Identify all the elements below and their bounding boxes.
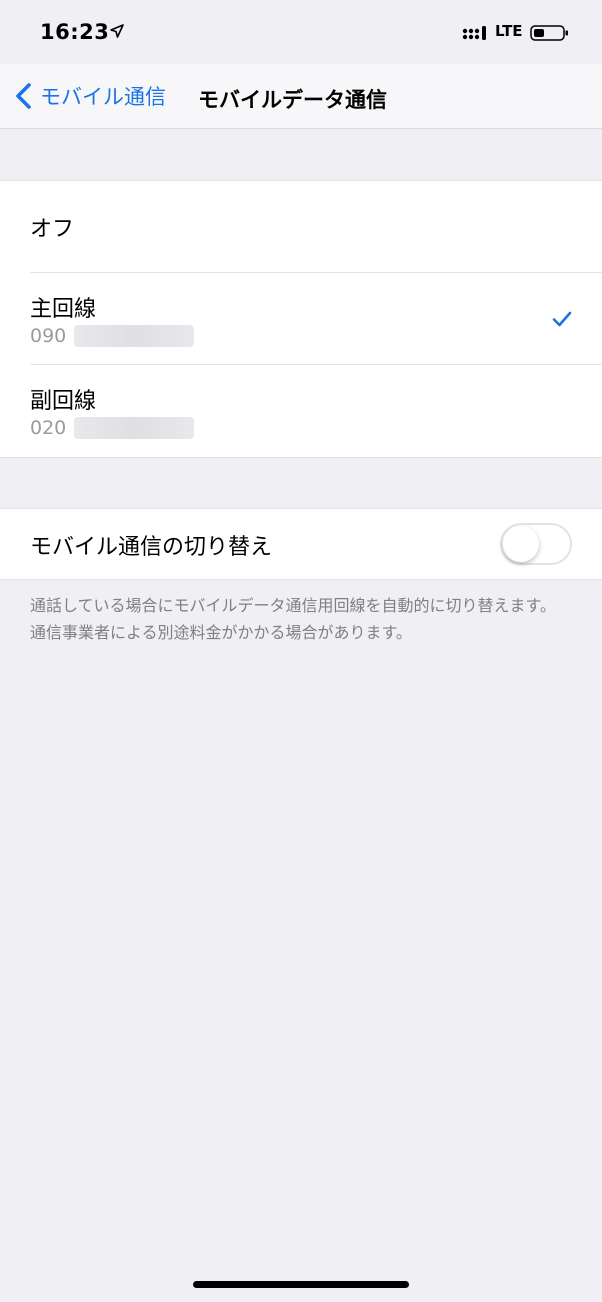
signal-strength-icon: [462, 26, 486, 40]
checkmark-icon: [552, 311, 572, 327]
option-off[interactable]: オフ: [0, 181, 602, 273]
switching-description: 通話している場合にモバイルデータ通信用回線を自動的に切り替えます。通信事業者によ…: [30, 596, 556, 642]
data-line-options: オフ 主回線 090 副回線 020: [0, 180, 602, 458]
battery-icon: [530, 25, 568, 41]
switching-row: モバイル通信の切り替え: [0, 508, 602, 580]
option-secondary-number: 020: [30, 417, 195, 439]
location-arrow-icon: [110, 24, 124, 38]
switching-toggle[interactable]: [500, 523, 572, 565]
chevron-left-icon: [16, 83, 31, 109]
option-primary-label: 主回線: [30, 297, 97, 322]
network-type: LTE: [495, 22, 523, 40]
home-indicator[interactable]: [193, 1281, 409, 1288]
switching-label: モバイル通信の切り替え: [30, 535, 273, 560]
option-off-label: オフ: [30, 217, 75, 242]
back-button[interactable]: モバイル通信: [14, 76, 166, 116]
toggle-knob: [503, 526, 539, 562]
option-primary-line[interactable]: 主回線 090: [0, 273, 602, 365]
option-secondary-line[interactable]: 副回線 020: [0, 365, 602, 457]
option-primary-number: 090: [30, 325, 195, 347]
status-bar: 16:23 LTE: [0, 0, 602, 64]
back-label: モバイル通信: [40, 85, 166, 109]
navigation-bar: モバイル通信 モバイルデータ通信: [0, 64, 602, 129]
option-secondary-label: 副回線: [30, 389, 97, 414]
redacted-number: [74, 325, 195, 347]
primary-number-prefix: 090: [30, 325, 67, 347]
page-title: モバイルデータ通信: [198, 88, 387, 112]
secondary-number-prefix: 020: [30, 417, 67, 439]
status-time: 16:23: [40, 20, 110, 44]
redacted-number: [74, 417, 195, 439]
